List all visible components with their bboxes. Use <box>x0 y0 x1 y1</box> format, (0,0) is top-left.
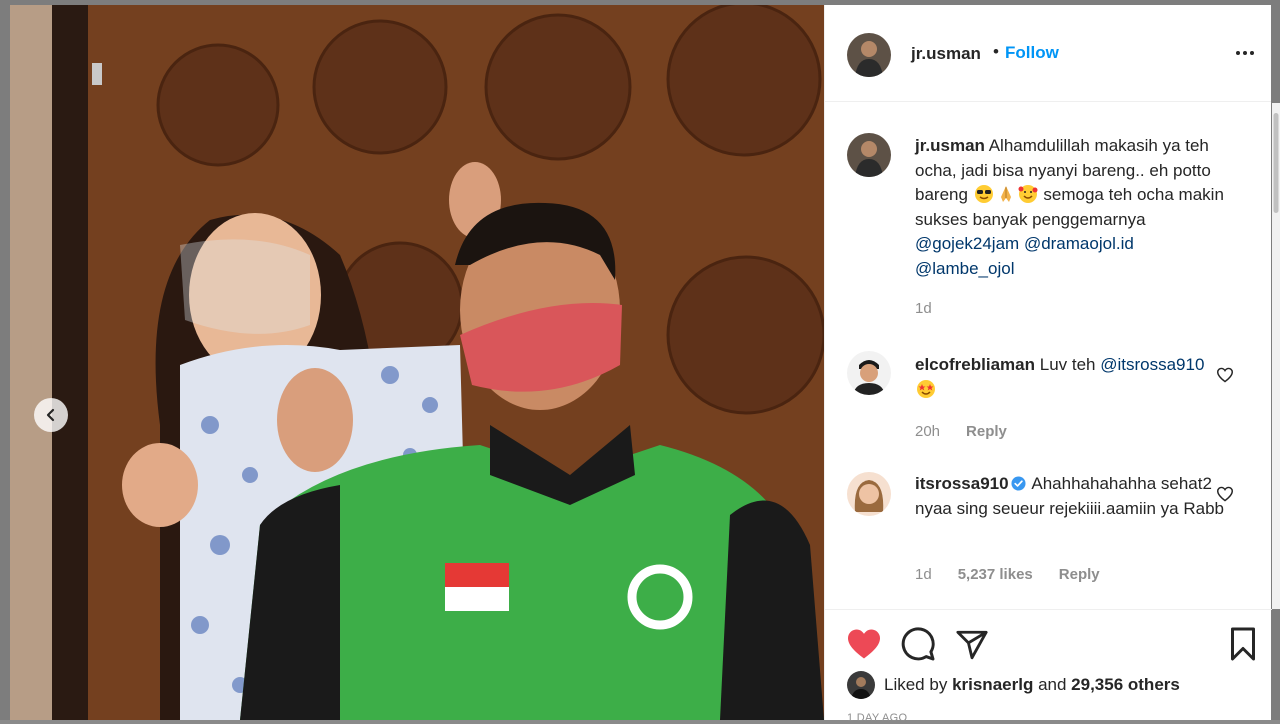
comment-body: Luv teh <box>1039 355 1096 374</box>
comment-like-heart-icon[interactable] <box>1216 367 1234 383</box>
comment-likes[interactable]: 5,237 likes <box>958 566 1033 583</box>
comment-username[interactable]: elcofrebliaman <box>915 355 1035 374</box>
avatar-image <box>847 133 891 177</box>
verified-badge-icon <box>1011 476 1026 491</box>
post-actions <box>825 609 1272 720</box>
liker-username[interactable]: krisnaerlg <box>952 675 1033 695</box>
prev-arrow-icon <box>46 408 55 422</box>
more-options-icon[interactable] <box>1230 43 1260 63</box>
comment-like-heart-icon[interactable] <box>1216 486 1234 502</box>
mention-dramaojol[interactable]: @dramaojol.id <box>1024 234 1134 253</box>
comment-text: itsrossa910 Ahahhahahahha sehat2 nyaa si… <box>915 472 1230 521</box>
liked-by-label: Liked by <box>884 675 948 694</box>
smiling-hearts-emoji <box>1018 185 1038 203</box>
avatar-image <box>847 33 891 77</box>
reply-button[interactable]: Reply <box>1059 566 1100 583</box>
heart-icon[interactable] <box>846 628 882 660</box>
folded-hands-emoji <box>1000 186 1011 202</box>
liked-by-line: Liked by krisnaerlg and 29,356 others <box>847 671 1180 699</box>
sunglasses-emoji <box>974 185 993 203</box>
caption-username[interactable]: jr.usman <box>915 136 985 155</box>
comment-time[interactable]: 1d <box>915 566 932 583</box>
likes-count[interactable]: 29,356 others <box>1071 675 1180 695</box>
share-icon[interactable] <box>954 628 990 662</box>
comment-time[interactable]: 20h <box>915 423 940 440</box>
post-photo[interactable] <box>10 5 824 720</box>
post-header: jr.usman • Follow <box>825 5 1271 102</box>
separator-dot: • <box>993 42 999 61</box>
comment-username[interactable]: itsrossa910 <box>915 474 1009 493</box>
follow-button[interactable]: Follow <box>1005 43 1059 63</box>
mention-itsrossa910[interactable]: @itsrossa910 <box>1100 355 1204 374</box>
avatar-image <box>847 671 875 699</box>
star-struck-emoji <box>917 379 935 398</box>
comment-avatar-elcofrebliaman[interactable] <box>847 351 891 395</box>
comment-text: elcofrebliaman Luv teh @itsrossa910 <box>915 353 1230 402</box>
comments-list[interactable]: jr.usman Alhamdulillah makasih ya teh oc… <box>825 103 1272 609</box>
reply-button[interactable]: Reply <box>966 423 1007 440</box>
comment-avatar-itsrossa910[interactable] <box>847 472 891 516</box>
photo-illustration <box>10 5 824 720</box>
mention-lambe-ojol[interactable]: @lambe_ojol <box>915 259 1014 278</box>
author-avatar[interactable] <box>847 33 891 77</box>
caption-meta: 1d <box>915 300 932 317</box>
comments-scrollbar[interactable] <box>1272 103 1280 609</box>
mention-gojek24jam[interactable]: @gojek24jam <box>915 234 1019 253</box>
comment-meta: 1d 5,237 likes Reply <box>915 566 1100 583</box>
comment-meta: 20h Reply <box>915 423 1007 440</box>
bookmark-icon[interactable] <box>1227 626 1259 662</box>
instagram-post-modal: jr.usman • Follow jr.usman Alhamdulillah… <box>0 0 1280 724</box>
post-timestamp[interactable]: 1 DAY AGO <box>847 712 907 724</box>
author-username[interactable]: jr.usman <box>911 44 981 64</box>
post-side-panel: jr.usman • Follow jr.usman Alhamdulillah… <box>824 5 1280 724</box>
avatar-image <box>847 351 891 395</box>
avatar-image <box>847 472 891 516</box>
caption-time[interactable]: 1d <box>915 300 932 317</box>
prev-photo-button[interactable] <box>34 398 68 432</box>
liked-and: and <box>1038 675 1067 694</box>
caption-avatar[interactable] <box>847 133 891 177</box>
comment-icon[interactable] <box>900 626 936 662</box>
liker-avatar[interactable] <box>847 671 875 699</box>
caption-text: jr.usman Alhamdulillah makasih ya teh oc… <box>915 134 1230 281</box>
